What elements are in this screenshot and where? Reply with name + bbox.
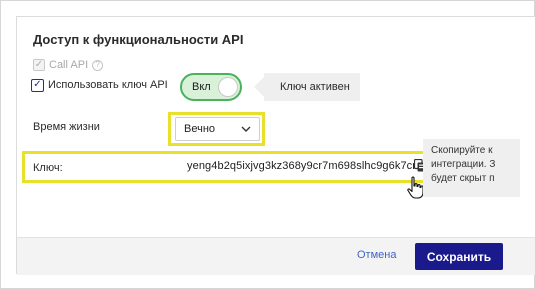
question-circle-icon[interactable]: ?	[92, 59, 104, 71]
copy-tooltip-line: интеграции. З	[431, 159, 496, 170]
api-key-value[interactable]: yeng4b2q5ixjvg3kz368y9cr7m698slhc9g6k7cr	[187, 160, 416, 172]
toggle-label: Вкл	[192, 81, 211, 93]
chevron-down-icon	[241, 124, 251, 135]
key-label: Ключ:	[33, 162, 63, 174]
lifetime-label: Время жизни	[33, 121, 100, 133]
toggle-knob	[218, 77, 238, 97]
save-button[interactable]: Сохранить	[415, 243, 503, 270]
use-api-key-label: Использовать ключ API	[48, 79, 168, 91]
status-tooltip: Ключ активен	[254, 73, 360, 101]
copy-tooltip: Скопируйте к интеграции. З будет скрыт п	[423, 139, 520, 197]
status-tooltip-text: Ключ активен	[280, 81, 350, 93]
lifetime-select[interactable]: Вечно	[175, 117, 260, 141]
api-key-toggle[interactable]: Вкл	[180, 73, 242, 101]
dialog-footer: Отмена Сохранить	[17, 237, 535, 275]
use-api-key-checkbox[interactable]: ✓	[31, 78, 44, 92]
use-api-key-row: ✓ Использовать ключ API	[31, 76, 168, 94]
call-api-label: Call API	[49, 59, 89, 71]
copy-tooltip-line: будет скрыт п	[431, 173, 495, 184]
copy-tooltip-line: Скопируйте к	[431, 145, 493, 156]
lifetime-select-value: Вечно	[184, 123, 216, 135]
dialog-title: Доступ к функциональности API	[33, 32, 244, 47]
cancel-button[interactable]: Отмена	[357, 249, 396, 261]
call-api-row: ✓ Call API ?	[33, 57, 104, 73]
call-api-checkbox[interactable]: ✓	[33, 59, 45, 71]
api-access-dialog: Доступ к функциональности API ✓ Call API…	[16, 16, 535, 275]
